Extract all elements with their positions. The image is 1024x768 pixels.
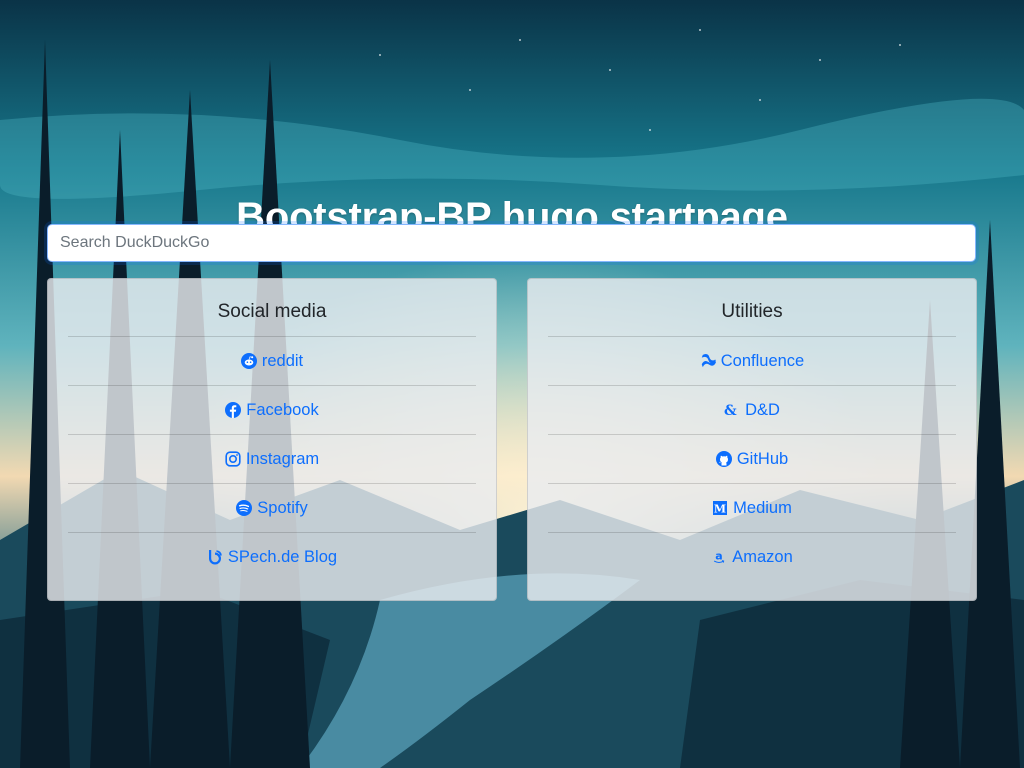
confluence-link[interactable]: Confluence [700,337,804,385]
svg-text:&: & [724,403,737,418]
list-item: SPech.de Blog [68,533,476,581]
list-item: Facebook [68,386,476,435]
utilities-card: Utilities Confluence & D&D GitHub M Medi… [527,278,977,601]
link-label: Amazon [732,548,793,566]
dnd-link[interactable]: & D&D [724,386,780,434]
facebook-icon [225,402,242,418]
instagram-link[interactable]: Instagram [225,435,319,483]
link-label: Spotify [257,499,308,517]
medium-link[interactable]: M Medium [712,484,792,532]
search-input[interactable] [47,224,976,262]
github-icon [715,451,732,467]
list-item: Instagram [68,435,476,484]
link-label: Confluence [720,352,805,370]
link-list: Confluence & D&D GitHub M Medium a Amazo… [548,337,956,581]
list-item: & D&D [548,386,956,435]
list-item: Spotify [68,484,476,533]
medium-icon: M [713,501,728,515]
link-label: GitHub [736,450,789,468]
list-item: GitHub [548,435,956,484]
svg-text:a: a [716,550,723,563]
facebook-link[interactable]: Facebook [225,386,319,434]
spotify-link[interactable]: Spotify [236,484,308,532]
card-title: Social media [68,279,476,337]
list-item: M Medium [548,484,956,533]
spech-blog-link[interactable]: SPech.de Blog [207,533,337,581]
startpage-container: Bootstrap-BP hugo startpage Social media… [0,0,1024,768]
instagram-icon [225,451,241,467]
amazon-icon: a [714,550,725,564]
blogger-icon [208,550,222,565]
amazon-link[interactable]: a Amazon [711,533,793,581]
github-link[interactable]: GitHub [715,435,789,483]
list-item: Confluence [548,337,956,386]
link-label: Instagram [245,450,320,468]
link-label: Medium [733,499,792,517]
link-label: reddit [261,352,304,370]
confluence-icon [701,354,716,368]
link-label: D&D [745,401,780,419]
dnd-icon: & [724,403,737,418]
social-media-card: Social media reddit Facebook Instagram S… [47,278,497,601]
list-item: reddit [68,337,476,386]
card-title: Utilities [548,279,956,337]
spotify-icon [236,500,253,516]
svg-text:M: M [714,502,726,515]
list-item: a Amazon [548,533,956,581]
reddit-link[interactable]: reddit [240,337,304,385]
link-label: SPech.de Blog [227,548,338,566]
reddit-icon [240,353,257,369]
link-label: Facebook [246,401,319,419]
link-list: reddit Facebook Instagram Spotify SPech.… [68,337,476,581]
